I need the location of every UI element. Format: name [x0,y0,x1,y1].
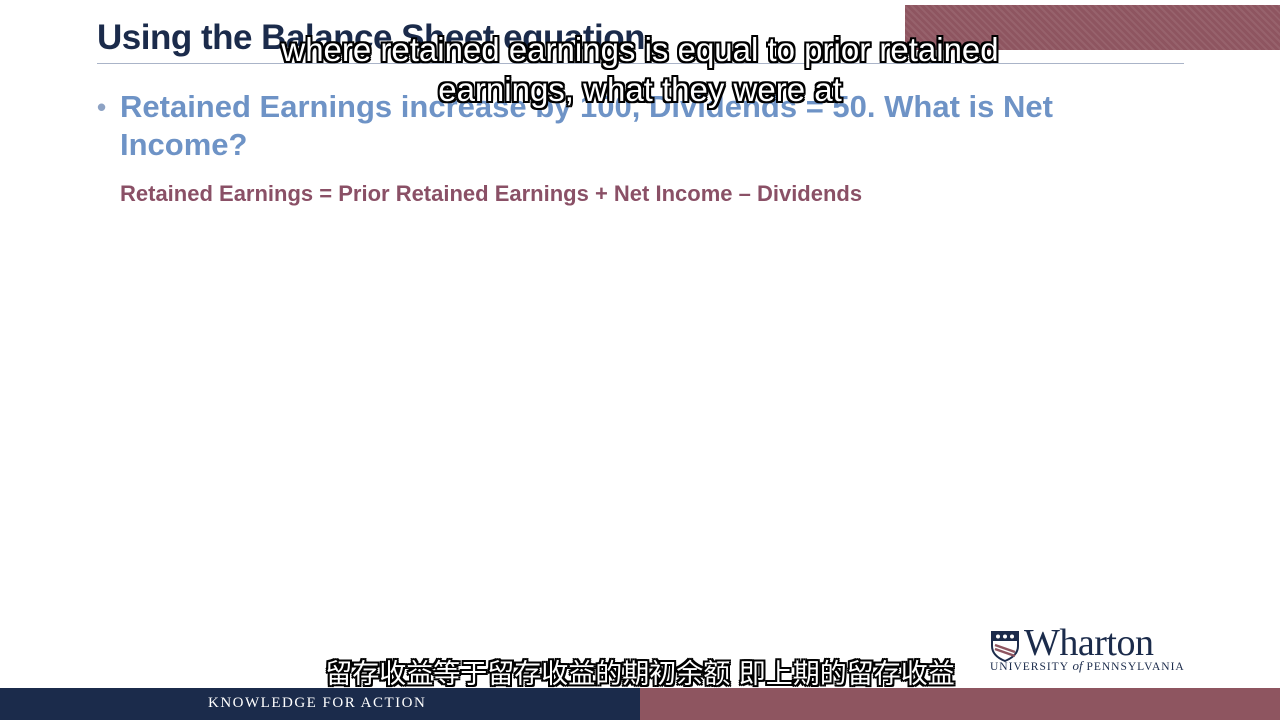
logo-subtitle-pennsylvania: PENNSYLVANIA [1086,661,1185,673]
subtitle-caption-chinese: 留存收益等于留存收益的期初余额 即上期的留存收益 [325,659,955,690]
footer-tagline: KNOWLEDGE FOR ACTION [208,695,427,711]
retained-earnings-formula: Retained Earnings = Prior Retained Earni… [120,181,863,206]
subtitle-caption-english: where retained earnings is equal to prio… [281,31,999,108]
logo-subtitle-of: of [1072,658,1083,673]
bullet-dot-icon: • [97,92,107,122]
footer-bar-maroon [640,688,1280,720]
slide-canvas: Using the Balance Sheet equation • Retai… [0,0,1280,720]
footer-bar-navy: KNOWLEDGE FOR ACTION [0,688,640,720]
